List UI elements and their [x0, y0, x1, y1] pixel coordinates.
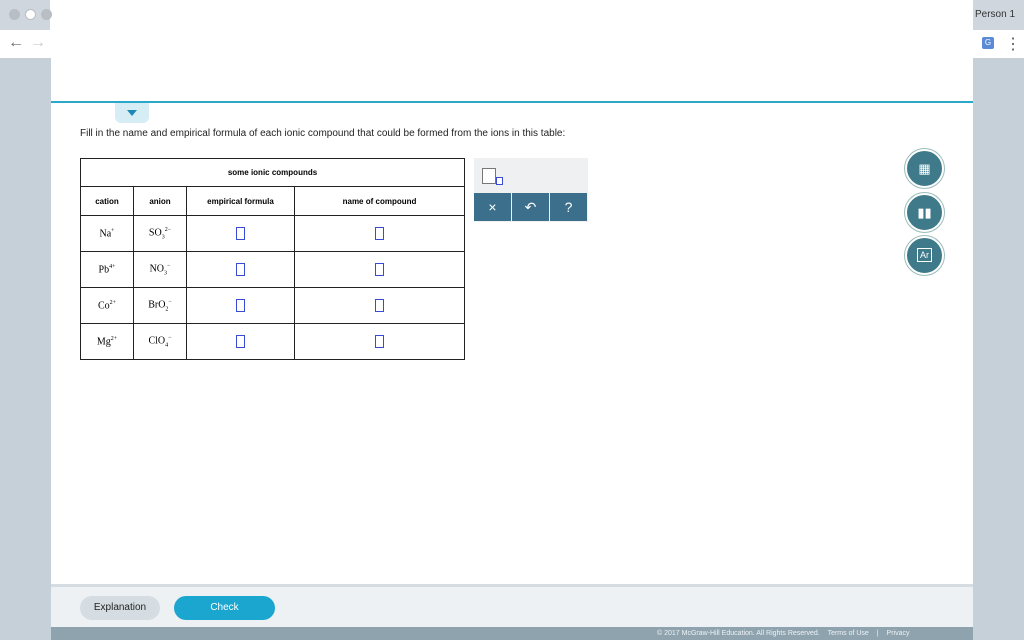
compound-name-input[interactable]	[294, 215, 465, 252]
table-row: Mg2+ ClO4−	[80, 323, 465, 360]
answer-box[interactable]	[236, 299, 245, 312]
back-arrow-icon[interactable]: ←	[8, 34, 24, 52]
answer-box[interactable]	[375, 299, 384, 312]
forward-arrow-icon[interactable]: →	[30, 34, 46, 52]
privacy-link[interactable]: Privacy	[887, 630, 910, 637]
help-button[interactable]: ?	[550, 193, 587, 221]
header-empirical-formula: empirical formula	[186, 186, 295, 216]
header-divider	[51, 101, 973, 103]
cation-cell: Co2+	[80, 287, 134, 324]
ionic-compounds-table: some ionic compounds cation anion empiri…	[80, 158, 465, 360]
maximize-window-icon[interactable]	[41, 9, 52, 20]
superscript-template-icon[interactable]	[482, 168, 496, 184]
browser-toolbar	[0, 30, 1024, 58]
explanation-button[interactable]: Explanation	[80, 596, 160, 620]
table-row: Na+ SO32−	[80, 215, 465, 252]
table-row: Pb4+ NO3−	[80, 251, 465, 288]
profile-button[interactable]: Person 1	[975, 9, 1015, 20]
undo-button[interactable]: ↶	[512, 193, 549, 221]
empirical-formula-input[interactable]	[186, 215, 295, 252]
translate-extension-icon[interactable]: G	[982, 37, 994, 49]
anion-cell: ClO4−	[133, 323, 187, 360]
answer-box[interactable]	[236, 263, 245, 276]
periodic-table-label: Ar	[917, 248, 932, 262]
header-name-of-compound: name of compound	[294, 186, 465, 216]
cation-cell: Na+	[80, 215, 134, 252]
compound-name-input[interactable]	[294, 251, 465, 288]
close-window-icon[interactable]	[9, 9, 20, 20]
browser-tabstrip	[0, 0, 1024, 30]
calculator-icon[interactable]: ▦	[905, 149, 944, 188]
cation-cell: Mg2+	[80, 323, 134, 360]
table-row: Co2+ BrO2−	[80, 287, 465, 324]
window-controls	[0, 0, 52, 30]
check-button[interactable]: Check	[174, 596, 275, 620]
compound-name-input[interactable]	[294, 287, 465, 324]
empirical-formula-input[interactable]	[186, 251, 295, 288]
terms-of-use-link[interactable]: Terms of Use	[828, 630, 869, 637]
cation-cell: Pb4+	[80, 251, 134, 288]
periodic-table-icon[interactable]: Ar	[905, 236, 944, 275]
collapse-toggle-chevron-icon[interactable]	[115, 103, 149, 123]
answer-box[interactable]	[375, 335, 384, 348]
page-margin-left	[0, 58, 51, 640]
link-separator: |	[876, 630, 879, 637]
anion-cell: NO3−	[133, 251, 187, 288]
page-margin-right	[973, 58, 1024, 640]
minimize-window-icon[interactable]	[25, 9, 36, 20]
header-cation: cation	[80, 186, 134, 216]
anion-cell: SO32−	[133, 215, 187, 252]
copyright-text: © 2017 McGraw-Hill Education. All Rights…	[657, 630, 820, 637]
bar-chart-icon[interactable]: ▮▮	[905, 193, 944, 232]
answer-box[interactable]	[236, 335, 245, 348]
table-caption: some ionic compounds	[80, 158, 465, 187]
question-prompt: Fill in the name and empirical formula o…	[80, 128, 566, 139]
empirical-formula-input[interactable]	[186, 287, 295, 324]
answer-box[interactable]	[375, 227, 384, 240]
anion-cell: BrO2−	[133, 287, 187, 324]
compound-name-input[interactable]	[294, 323, 465, 360]
answer-box[interactable]	[375, 263, 384, 276]
header-anion: anion	[133, 186, 187, 216]
clear-button[interactable]: ×	[474, 193, 511, 221]
empirical-formula-input[interactable]	[186, 323, 295, 360]
kebab-menu-icon[interactable]: ⋮	[1005, 34, 1021, 54]
answer-box[interactable]	[236, 227, 245, 240]
legal-links: © 2017 McGraw-Hill Education. All Rights…	[657, 630, 915, 637]
superscript-slot-icon	[496, 177, 503, 185]
